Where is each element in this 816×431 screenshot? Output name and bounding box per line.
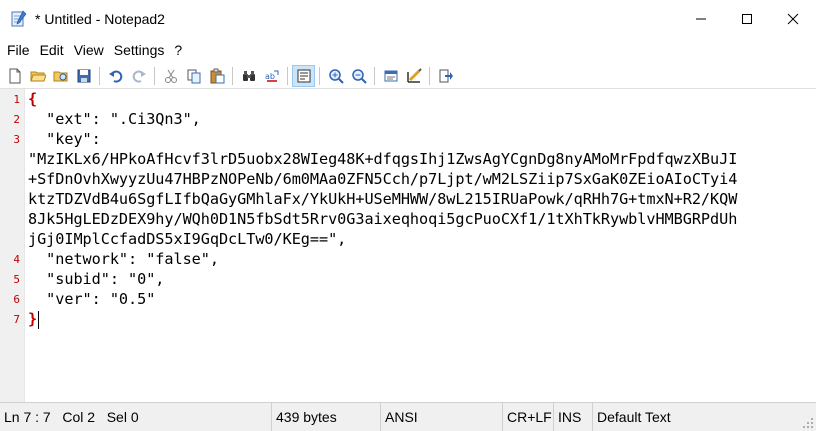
minimize-button[interactable] bbox=[678, 0, 724, 38]
undo-icon bbox=[108, 70, 122, 83]
menu-file[interactable]: File bbox=[0, 42, 35, 58]
editor-area[interactable]: 1 2 3 4 5 6 7 { "ext": ".Ci3Qn3", "key":… bbox=[0, 88, 816, 403]
always-on-top-icon bbox=[439, 69, 453, 83]
toolbar-separator bbox=[429, 67, 430, 85]
browse-icon bbox=[53, 71, 67, 82]
save-button[interactable] bbox=[72, 65, 95, 87]
save-icon bbox=[77, 69, 90, 83]
status-size: 439 bytes bbox=[272, 402, 381, 431]
menu-settings[interactable]: Settings bbox=[109, 42, 170, 58]
toolbar: ab bbox=[0, 64, 816, 88]
new-button[interactable] bbox=[3, 65, 26, 87]
open-button[interactable] bbox=[26, 65, 49, 87]
status-position: Ln 7 : 7 Col 2 Sel 0 bbox=[0, 402, 272, 431]
word-wrap-button[interactable] bbox=[292, 65, 315, 87]
code-line: "ver": "0.5" bbox=[28, 290, 156, 308]
code-line: "MzIKLx6/HPkoAfHcvf3lrD5uobx28WIeg48K+df… bbox=[28, 150, 738, 168]
code-line: 8Jk5HgLEDzDEX9hy/WQh0D1N5fbSdt5Rrv0G3aix… bbox=[28, 210, 738, 228]
text-caret bbox=[38, 310, 40, 329]
zoom-in-icon bbox=[328, 69, 344, 84]
new-file-icon bbox=[9, 68, 20, 84]
open-folder-icon bbox=[29, 71, 46, 82]
copy-button[interactable] bbox=[182, 65, 205, 87]
menu-view[interactable]: View bbox=[69, 42, 109, 58]
window-title: * Untitled - Notepad2 bbox=[35, 11, 165, 27]
find-button[interactable] bbox=[237, 65, 260, 87]
line-number: 3 bbox=[13, 133, 20, 146]
line-number: 7 bbox=[13, 313, 20, 326]
replace-icon: ab bbox=[265, 70, 278, 82]
status-line-endings[interactable]: CR+LF bbox=[503, 402, 554, 431]
code-line: "network": "false", bbox=[28, 250, 219, 268]
status-scheme[interactable]: Default Text bbox=[593, 403, 797, 431]
copy-icon bbox=[187, 69, 200, 84]
toolbar-separator bbox=[232, 67, 233, 85]
toolbar-separator bbox=[154, 67, 155, 85]
menu-edit[interactable]: Edit bbox=[35, 42, 69, 58]
code-line: { bbox=[28, 90, 38, 108]
code-line: jGj0IMplCcfadDS5xI9GqDcLTw0/KEg==", bbox=[28, 230, 347, 248]
minimize-icon bbox=[696, 18, 706, 20]
customize-scheme-icon bbox=[406, 68, 422, 83]
zoom-in-button[interactable] bbox=[324, 65, 347, 87]
undo-button[interactable] bbox=[104, 65, 127, 87]
line-number-gutter: 1 2 3 4 5 6 7 bbox=[0, 89, 25, 403]
code-line: ktzTDZVdB4u6SgfLIfbQaGyGMhlaFx/YkUkH+USe… bbox=[28, 190, 738, 208]
redo-button[interactable] bbox=[127, 65, 150, 87]
zoom-out-button[interactable] bbox=[347, 65, 370, 87]
word-wrap-icon bbox=[297, 69, 310, 83]
closing-brace: } bbox=[28, 310, 38, 328]
scheme-button[interactable] bbox=[379, 65, 402, 87]
paste-icon bbox=[210, 68, 224, 84]
replace-button[interactable]: ab bbox=[260, 65, 283, 87]
code-line-last: } bbox=[28, 309, 40, 329]
browse-button[interactable] bbox=[49, 65, 72, 87]
line-number: 4 bbox=[13, 253, 20, 266]
toolbar-separator bbox=[319, 67, 320, 85]
always-on-top-button[interactable] bbox=[434, 65, 457, 87]
paste-button[interactable] bbox=[205, 65, 228, 87]
resize-grip-icon[interactable] bbox=[802, 417, 814, 429]
menu-help[interactable]: ? bbox=[169, 42, 187, 58]
line-number: 6 bbox=[13, 293, 20, 306]
scheme-icon bbox=[384, 70, 397, 82]
code-line: "subid": "0", bbox=[28, 270, 165, 288]
code-line: +SfDnOvhXwyyzUu47HBPzNOPeNb/6m0MAa0ZFN5C… bbox=[28, 170, 738, 188]
menu-bar: File Edit View Settings ? bbox=[0, 38, 816, 62]
code-line: "key": bbox=[28, 130, 101, 148]
line-number: 1 bbox=[13, 93, 20, 106]
zoom-out-icon bbox=[351, 69, 367, 84]
line-number: 5 bbox=[13, 273, 20, 286]
close-button[interactable] bbox=[770, 0, 816, 38]
status-insert-mode[interactable]: INS bbox=[554, 402, 593, 431]
customize-scheme-button[interactable] bbox=[402, 65, 425, 87]
line-number: 2 bbox=[13, 113, 20, 126]
notepad-app-icon bbox=[11, 10, 27, 28]
maximize-icon bbox=[742, 14, 752, 24]
status-encoding[interactable]: ANSI bbox=[381, 402, 503, 431]
code-line: "ext": ".Ci3Qn3", bbox=[28, 110, 201, 128]
find-icon bbox=[242, 71, 255, 81]
cut-button[interactable] bbox=[159, 65, 182, 87]
toolbar-separator bbox=[99, 67, 100, 85]
redo-icon bbox=[132, 70, 146, 83]
close-icon bbox=[787, 13, 799, 25]
toolbar-separator bbox=[287, 67, 288, 85]
cut-icon bbox=[164, 69, 177, 83]
toolbar-separator bbox=[374, 67, 375, 85]
status-bar: Ln 7 : 7 Col 2 Sel 0 439 bytes ANSI CR+L… bbox=[0, 402, 816, 431]
maximize-button[interactable] bbox=[724, 0, 770, 38]
title-bar: * Untitled - Notepad2 bbox=[0, 0, 816, 38]
svg-text:ab: ab bbox=[265, 72, 275, 81]
